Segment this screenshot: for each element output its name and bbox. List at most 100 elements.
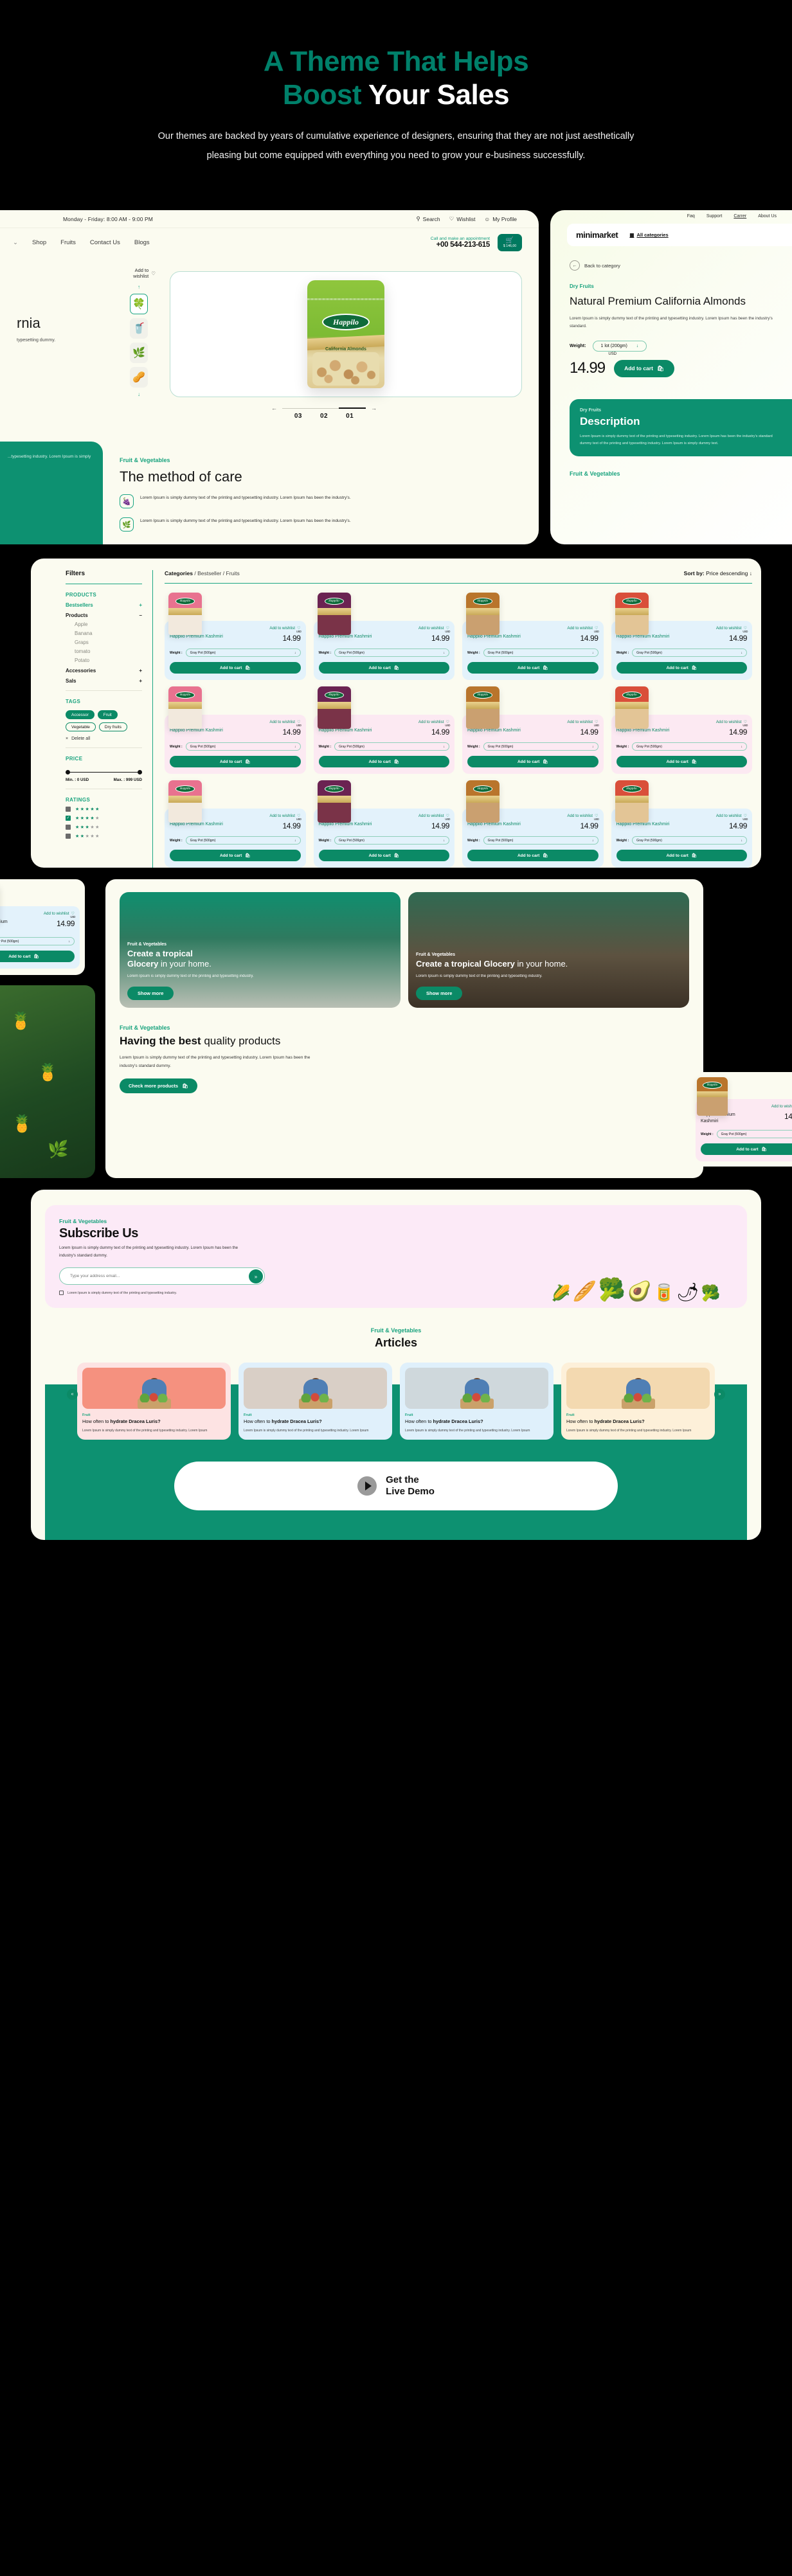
add-to-cart-button[interactable]: Add to cart 🛍 — [701, 1143, 792, 1156]
nav-item-blogs[interactable]: Blogs — [134, 239, 150, 246]
check-more-products-button[interactable]: Check more products 🛍 — [120, 1078, 197, 1093]
add-to-cart-button[interactable]: Add to cart 🛍 — [616, 756, 747, 768]
product-card[interactable]: Happilo Add to wishlist ♡ Happilo Premium K… — [611, 686, 752, 774]
weight-select[interactable]: Gray Pot (500gm) ↓ — [632, 742, 747, 751]
add-to-cart-button[interactable]: Add to cart 🛍 — [318, 662, 449, 674]
search-link[interactable]: ⚲ Search — [416, 215, 440, 222]
checkbox[interactable] — [66, 807, 71, 812]
filter-subitem-potato[interactable]: Potato — [75, 657, 142, 663]
filter-subitem-graps[interactable]: Graps — [75, 640, 142, 645]
promo-card-kitchen[interactable]: Fruit & Vegetables Create a tropical Glo… — [408, 892, 689, 1008]
filter-row-bestsellers[interactable]: Bestsellers + — [66, 602, 142, 608]
article-card[interactable]: Fruit How often to hydrate Dracea Luris? L… — [77, 1363, 231, 1440]
price-slider-min-handle[interactable] — [66, 770, 70, 775]
rating-option-2[interactable]: ★★★★★ — [66, 834, 142, 839]
filter-row-sals[interactable]: Sals + — [66, 678, 142, 684]
tag-vegetable[interactable]: Vegetable — [66, 722, 96, 732]
product-card[interactable]: Happilo Add to wishlist ♡ Happilo Premium K… — [611, 593, 752, 681]
back-to-category-button[interactable]: ← Back to category — [570, 260, 792, 271]
weight-select[interactable]: Gray Pot (500gm) ↓ — [185, 836, 301, 845]
article-card[interactable]: Fruit How often to hydrate Dracea Luris? L… — [561, 1363, 715, 1440]
product-card[interactable]: Happilo Add to wishlist ♡ Happilo Premium K… — [611, 780, 752, 868]
add-to-wishlist-button[interactable]: Add to wishlist ♡ — [120, 267, 158, 279]
consent-checkbox[interactable] — [59, 1291, 64, 1296]
add-to-cart-button[interactable]: Add to cart 🛍 — [467, 662, 598, 674]
product-card[interactable]: Happilo Add to wishlist ♡ Happilo Premium K… — [165, 593, 306, 681]
phone-number[interactable]: +00 544-213-615 — [431, 241, 491, 249]
weight-select[interactable]: Gray Pot (500gm) ↓ — [334, 836, 449, 845]
thumbnail-item[interactable]: 🥤 — [130, 318, 148, 339]
filter-subitem-apple[interactable]: Apple — [75, 622, 142, 627]
breadcrumb-bestseller[interactable]: Bestseller — [197, 570, 221, 577]
thumb-down-arrow-icon[interactable]: ↓ — [138, 391, 140, 397]
checkbox[interactable] — [66, 834, 71, 839]
add-to-wishlist-button[interactable]: Add to wishlist ♡ — [0, 911, 75, 916]
weight-select[interactable]: Gray Pot (500gm) ↓ — [185, 648, 301, 657]
add-to-cart-button[interactable]: Add to cart 🛍 — [0, 951, 75, 963]
weight-select[interactable]: Gray Pot (500gm) ↓ — [334, 742, 449, 751]
product-card[interactable]: Happilo Add to wishlist ♡ Happilo Premium K… — [462, 686, 604, 774]
add-to-cart-button[interactable]: Add to cart 🛍 — [616, 850, 747, 862]
profile-link[interactable]: ☺ My Profile — [485, 216, 517, 222]
rating-option-5[interactable]: ★★★★★ — [66, 807, 142, 812]
show-more-button[interactable]: Show more — [416, 987, 463, 1001]
weight-select[interactable]: Gray Pot (500gm) ↓ — [632, 836, 747, 845]
checkbox[interactable] — [66, 825, 71, 830]
filter-row-accessories[interactable]: Accessories + — [66, 668, 142, 674]
email-input[interactable] — [59, 1267, 265, 1285]
tag-dry-fruits[interactable]: Dry fruits — [98, 722, 127, 732]
nav-item-contact[interactable]: Contact Us — [90, 239, 120, 246]
product-card[interactable]: Happilo Add to wishlist ♡ Happilo Premium K… — [313, 593, 455, 681]
weight-select[interactable]: Gray Pot (500gm) ↓ — [185, 742, 301, 751]
weight-select[interactable]: Gray Pot (500gm) ↓ — [334, 648, 449, 657]
weight-select[interactable]: Gray Pot (500gm) ↓ — [716, 1130, 792, 1139]
checkbox-checked[interactable]: ✓ — [66, 816, 71, 821]
pager-num-02[interactable]: 02 — [320, 413, 328, 420]
weight-select[interactable]: Gray Pot (500gm) ↓ — [0, 937, 75, 946]
next-arrow-icon[interactable]: → — [371, 405, 377, 411]
nav-item-shop[interactable]: Shop — [32, 239, 46, 246]
tag-fruit[interactable]: Fruit — [97, 710, 118, 720]
weight-select[interactable]: Gray Pot (500gm) ↓ — [632, 648, 747, 657]
filter-subitem-banana[interactable]: Banana — [75, 631, 142, 636]
product-card[interactable]: Happilo Add to wishlist ♡ Happilo Premium K… — [462, 780, 604, 868]
add-to-cart-button[interactable]: Add to cart 🛍 — [170, 756, 301, 768]
delete-all-tags-button[interactable]: × Delete all — [66, 737, 142, 741]
product-card[interactable]: Happilo Add to wishlist ♡ Happilo Premium K… — [165, 686, 306, 774]
price-range-slider[interactable] — [66, 769, 142, 776]
article-card[interactable]: Fruit How often to hydrate Dracea Luris? L… — [239, 1363, 392, 1440]
filter-subitem-tomato[interactable]: tomato — [75, 648, 142, 654]
article-card[interactable]: Fruit How often to hydrate Dracea Luris? L… — [400, 1363, 554, 1440]
add-to-cart-button[interactable]: Add to cart 🛍 — [616, 662, 747, 674]
thumbnail-item[interactable]: 🥜 — [130, 367, 148, 388]
add-to-cart-button[interactable]: Add to cart 🛍 — [467, 756, 598, 768]
weight-select[interactable]: 1 lot (200gm) ↓ — [592, 340, 647, 352]
pager-track[interactable] — [282, 407, 366, 409]
add-to-cart-button[interactable]: Add to cart 🛍 — [170, 850, 301, 862]
thumbnail-item[interactable]: 🌿 — [130, 343, 148, 364]
link-about-us[interactable]: About Us — [758, 214, 777, 219]
weight-select[interactable]: Gray Pot (500gm) ↓ — [483, 836, 598, 845]
prev-arrow-icon[interactable]: ← — [271, 405, 277, 411]
product-card[interactable]: Happilo Add to wishlist ♡ Happilo Premium K… — [313, 686, 455, 774]
product-card[interactable]: Happilo Add to wishlist ♡ Happilo Premium K… — [313, 780, 455, 868]
breadcrumb-fruits[interactable]: Fruits — [226, 570, 240, 577]
add-to-cart-button[interactable]: Add to cart 🛍 — [170, 662, 301, 674]
nav-item-fruits[interactable]: Fruits — [60, 239, 76, 246]
show-more-button[interactable]: Show more — [127, 987, 174, 1001]
link-support[interactable]: Support — [706, 214, 723, 219]
add-to-cart-button[interactable]: Add to cart 🛍 — [614, 359, 674, 377]
pager-num-01[interactable]: 01 — [346, 413, 354, 420]
sort-by-control[interactable]: Sort by: Price descending ↓ — [684, 570, 752, 577]
thumb-up-arrow-icon[interactable]: ↑ — [138, 284, 140, 290]
rating-option-4[interactable]: ✓ ★★★★★ — [66, 816, 142, 821]
wishlist-link[interactable]: ♡ Wishlist — [449, 215, 476, 222]
add-to-cart-button[interactable]: Add to cart 🛍 — [318, 756, 449, 768]
live-demo-button[interactable]: Get the Live Demo — [174, 1461, 618, 1510]
link-faq[interactable]: Faq — [687, 214, 695, 219]
weight-select[interactable]: Gray Pot (500gm) ↓ — [483, 742, 598, 751]
cart-button[interactable]: 🛒 $ 146,00 — [498, 234, 522, 252]
thumbnail-item[interactable]: 🍀 — [130, 294, 148, 315]
filter-row-products[interactable]: Products – — [66, 613, 142, 618]
add-to-cart-button[interactable]: Add to cart 🛍 — [467, 850, 598, 862]
